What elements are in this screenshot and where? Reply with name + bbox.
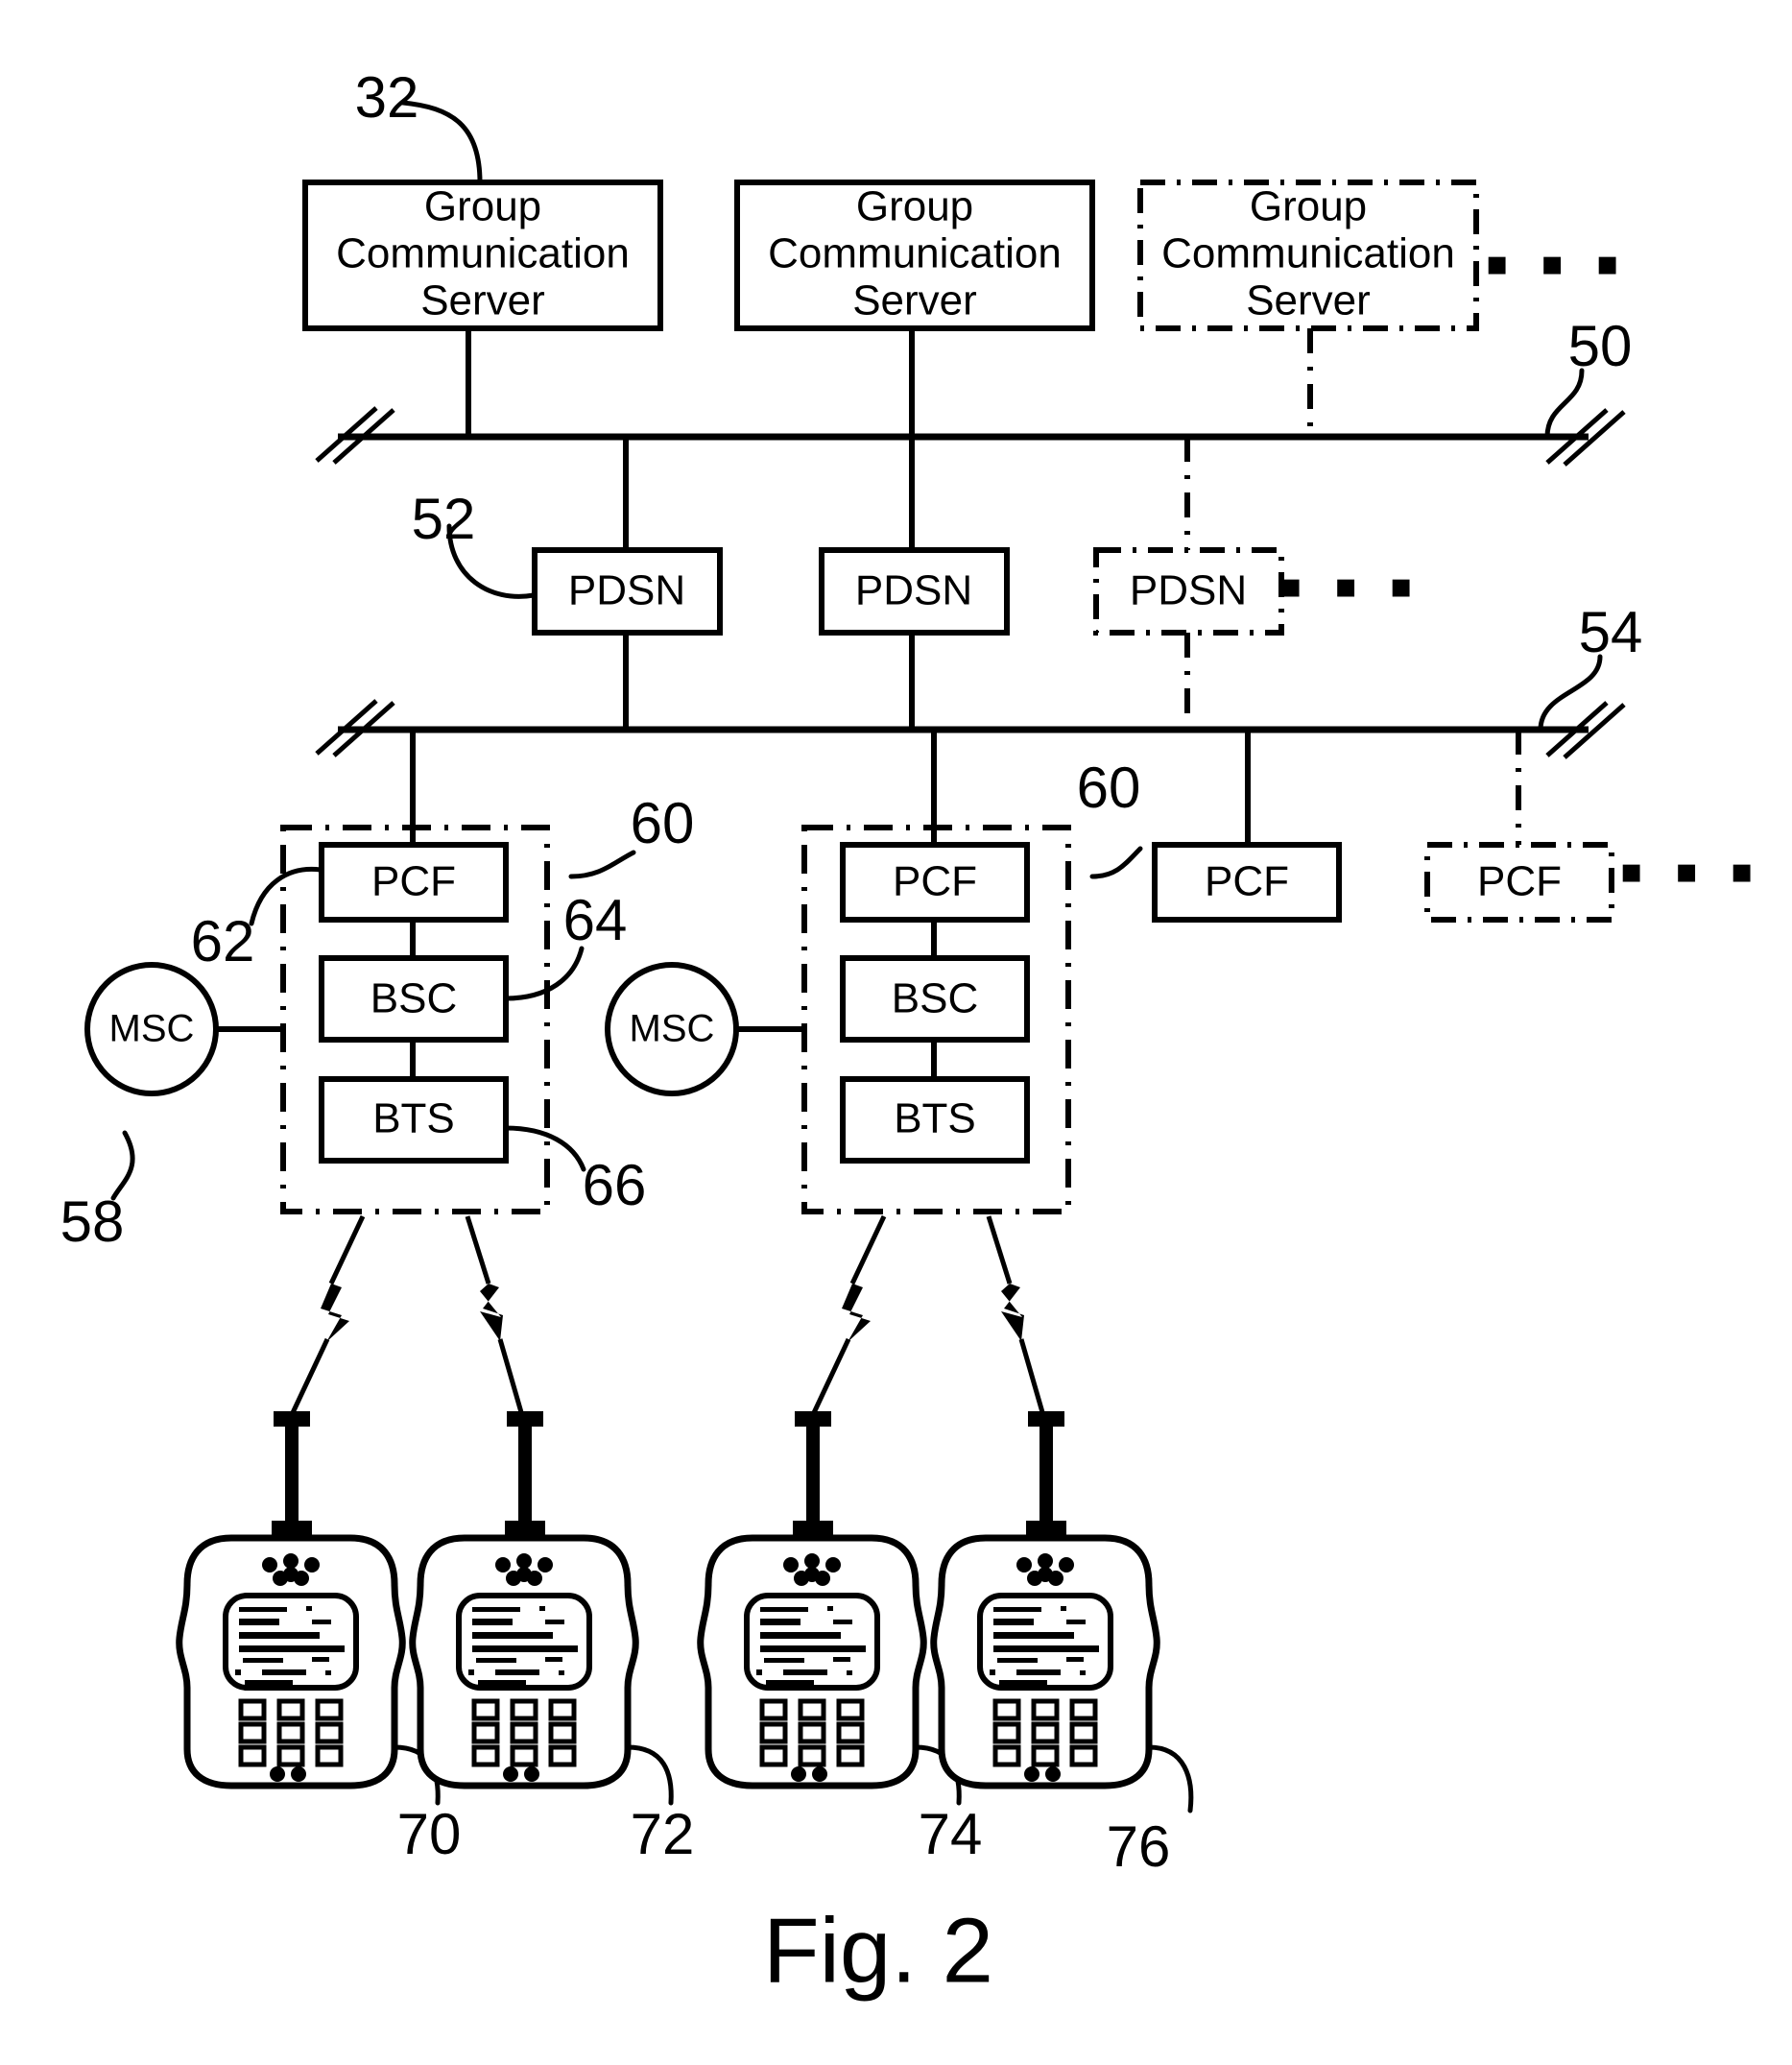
bts-node-2: BTS: [840, 1076, 1030, 1164]
gcs-2-label-line2: Communication: [768, 230, 1062, 277]
gcs-1-label-line1: Group: [424, 183, 541, 230]
pcf-1-label: PCF: [371, 858, 456, 905]
rf-link-4: [986, 1215, 1047, 1420]
ref-numeral-58: 58: [60, 1189, 125, 1254]
gcs-1-label-line3: Server: [420, 277, 545, 324]
leader-58: [110, 1130, 135, 1201]
gcs-3-label-line3: Server: [1246, 277, 1371, 324]
leader-64: [503, 946, 585, 1001]
leader-60b: [1089, 846, 1143, 879]
ref-numeral-74: 74: [919, 1802, 983, 1866]
rf-link-3-lower-line: [808, 1337, 851, 1421]
gcs-1-label-line2: Communication: [336, 230, 630, 277]
bsc-node-1: BSC: [319, 955, 509, 1043]
ref-numeral-60b: 60: [1077, 756, 1141, 820]
rf-link-4-lower-line: [1018, 1338, 1047, 1420]
ref-numeral-50: 50: [1568, 314, 1633, 378]
patent-figure: 32 Group Communication Server Group Comm…: [60, 65, 1760, 2003]
pdsn-1-label: PDSN: [568, 567, 685, 614]
rf-link-2: [465, 1215, 526, 1420]
ref-numeral-52: 52: [412, 487, 476, 551]
gcs-3-label-line2: Communication: [1161, 230, 1455, 277]
gcs-3-label-line1: Group: [1250, 183, 1367, 230]
rf-link-2-lower-line: [497, 1338, 526, 1420]
rf-link-1: [287, 1214, 366, 1421]
pdsn-node-1: PDSN: [532, 547, 723, 636]
ref-numeral-54: 54: [1579, 600, 1643, 664]
handset-72: 72: [413, 1411, 695, 1866]
pdsn-node-3: PDSN: [1093, 547, 1284, 636]
rf-link-1-bolt: [321, 1284, 349, 1342]
ref-numeral-60a: 60: [631, 791, 695, 855]
ref-numeral-72: 72: [631, 1802, 695, 1866]
pdsn-ellipsis: ▪ ▪ ▪: [1278, 548, 1420, 625]
figure-caption: Fig. 2: [763, 1899, 993, 2002]
rf-link-1-upper-line: [328, 1214, 366, 1285]
ref-numeral-70: 70: [397, 1802, 462, 1866]
bsc-1-label: BSC: [370, 975, 457, 1022]
bsc-node-2: BSC: [840, 955, 1030, 1043]
ref-numeral-76: 76: [1107, 1814, 1171, 1879]
rf-link-2-upper-line: [465, 1215, 491, 1285]
bts-1-label: BTS: [372, 1095, 455, 1142]
pcf-node-2: PCF: [840, 842, 1030, 923]
bts-2-label: BTS: [894, 1095, 976, 1142]
group-communication-server-3: Group Communication Server: [1137, 180, 1479, 331]
rf-link-3-upper-line: [849, 1214, 887, 1285]
pcf-node-1: PCF: [319, 842, 509, 923]
group-communication-server-2: Group Communication Server: [734, 180, 1095, 331]
rf-link-3-bolt: [842, 1284, 871, 1342]
leader-76: [1146, 1744, 1194, 1813]
leader-60a: [568, 850, 636, 879]
msc-2-label: MSC: [630, 1008, 715, 1050]
pdsn-3-label: PDSN: [1130, 567, 1247, 614]
leader-50: [1544, 368, 1585, 440]
rf-link-2-bolt: [480, 1284, 503, 1341]
gcs-2-label-line3: Server: [852, 277, 977, 324]
bsc-2-label: BSC: [892, 975, 978, 1022]
bts-node-1: BTS: [319, 1076, 509, 1164]
ref-numeral-32: 32: [355, 65, 419, 130]
rf-link-4-upper-line: [986, 1215, 1013, 1285]
pcf-node-3: PCF: [1152, 842, 1342, 923]
pcf-ellipsis: ▪ ▪ ▪: [1619, 833, 1760, 910]
msc-node-2: MSC: [605, 962, 739, 1096]
msc-node-1: MSC: [84, 962, 219, 1096]
leader-72: [625, 1744, 674, 1806]
rf-link-4-bolt: [1001, 1284, 1024, 1341]
pcf-4-label: PCF: [1477, 858, 1562, 905]
pcf-2-label: PCF: [893, 858, 977, 905]
pdsn-2-label: PDSN: [855, 567, 972, 614]
pcf-node-4: PCF: [1424, 842, 1614, 923]
rf-link-1-lower-line: [287, 1337, 330, 1421]
gcs-2-label-line1: Group: [856, 183, 973, 230]
group-communication-server-1: Group Communication Server: [302, 180, 663, 331]
ref-numeral-64: 64: [563, 888, 628, 952]
pcf-3-label: PCF: [1205, 858, 1289, 905]
servers-ellipsis: ▪ ▪ ▪: [1485, 226, 1626, 302]
ref-numeral-62: 62: [191, 909, 255, 973]
rf-link-3: [808, 1214, 887, 1421]
ref-numeral-66: 66: [583, 1153, 647, 1217]
msc-1-label: MSC: [109, 1008, 195, 1050]
pdsn-node-2: PDSN: [819, 547, 1010, 636]
